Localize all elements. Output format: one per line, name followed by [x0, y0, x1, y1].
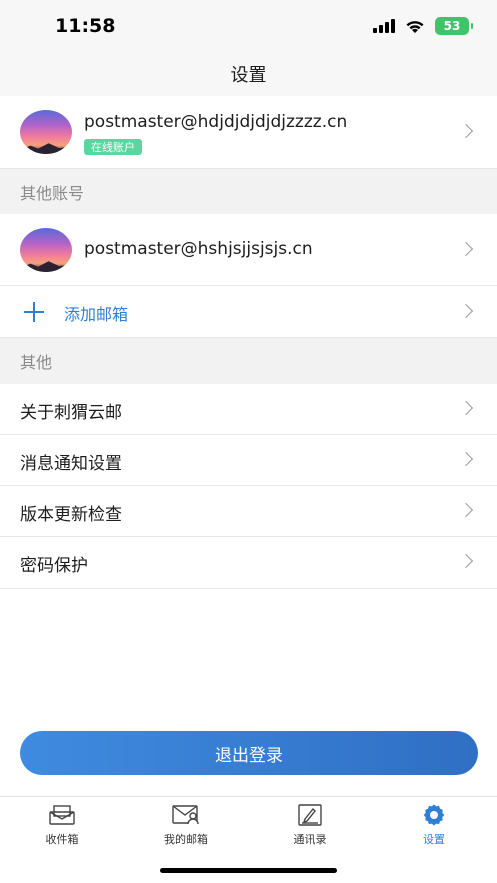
nav-bar: 设置 [0, 52, 497, 96]
online-account-badge: 在线账户 [84, 139, 142, 155]
wifi-icon [406, 20, 424, 33]
menu-item-label: 关于刺猬云邮 [20, 403, 122, 423]
other-account-row[interactable]: postmaster@hshjsjjsjsjs.cn [0, 214, 497, 286]
avatar [20, 110, 72, 154]
tab-contacts[interactable]: 通讯录 [248, 803, 372, 847]
chevron-right-icon [458, 400, 474, 416]
chevron-right-icon [458, 303, 474, 319]
tab-settings[interactable]: 设置 [372, 803, 496, 847]
chevron-right-icon [458, 553, 474, 569]
tab-label: 我的邮箱 [164, 833, 208, 846]
section-header-other-accounts: 其他账号 [0, 169, 497, 214]
chevron-right-icon [458, 502, 474, 518]
avatar [20, 228, 72, 272]
page-title: 设置 [230, 65, 267, 86]
current-account-row[interactable]: postmaster@hdjdjdjdjdjzzzz.cn [0, 96, 497, 169]
mailbox-user-icon [172, 803, 200, 827]
signal-icon [373, 19, 395, 33]
chevron-right-icon [458, 123, 474, 139]
battery-icon: 53 [435, 17, 473, 35]
menu-item-password-protection[interactable]: 密码保护 [0, 537, 497, 589]
menu-item-label: 消息通知设置 [20, 454, 122, 474]
status-time: 11:58 [55, 15, 116, 37]
plus-icon [24, 302, 44, 322]
tab-label: 通讯录 [293, 833, 327, 846]
add-mailbox-row[interactable]: 添加邮箱 [0, 286, 497, 338]
current-account-email: postmaster@hdjdjdjdjdjzzzz.cn [84, 112, 348, 132]
menu-item-label: 密码保护 [20, 556, 88, 576]
tab-label: 设置 [423, 833, 445, 846]
tab-inbox[interactable]: 收件箱 [0, 803, 124, 847]
other-account-email: postmaster@hshjsjjsjsjs.cn [84, 239, 313, 259]
tab-label: 收件箱 [45, 833, 79, 846]
status-bar: 11:58 53 [0, 0, 497, 52]
logout-button[interactable]: 退出登录 [20, 731, 478, 775]
tab-my-mailbox[interactable]: 我的邮箱 [124, 803, 248, 847]
section-header-others: 其他 [0, 338, 497, 384]
menu-item-label: 版本更新检查 [20, 505, 122, 525]
home-indicator [160, 868, 337, 873]
chevron-right-icon [458, 241, 474, 257]
chevron-right-icon [458, 451, 474, 467]
gear-icon [420, 803, 448, 827]
menu-item-version-check[interactable]: 版本更新检查 [0, 486, 497, 537]
status-icons: 53 [373, 17, 473, 35]
contacts-icon [296, 803, 324, 827]
menu-item-about[interactable]: 关于刺猬云邮 [0, 384, 497, 435]
inbox-icon [48, 803, 76, 827]
menu-item-notification-settings[interactable]: 消息通知设置 [0, 435, 497, 486]
add-mailbox-label: 添加邮箱 [64, 305, 129, 324]
